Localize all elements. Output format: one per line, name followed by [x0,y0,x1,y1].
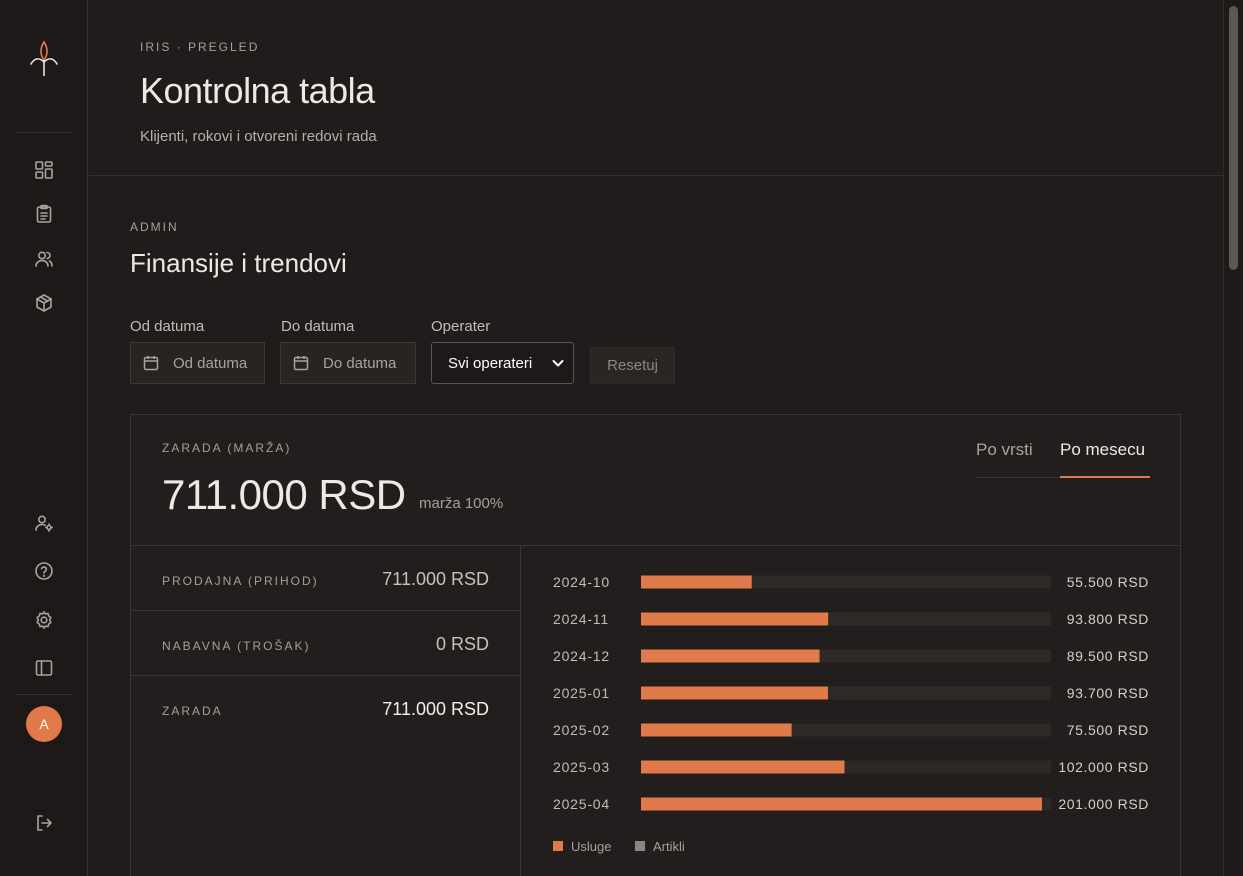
from-date-input[interactable]: Od datuma [130,342,265,384]
scrollbar-thumb[interactable] [1229,6,1238,270]
from-date-placeholder: Od datuma [173,354,248,372]
earnings-card: ZARADA (MARŽA) 711.000 RSD marža 100% Po… [130,414,1181,876]
from-date-label: Od datuma [130,318,205,335]
avatar[interactable]: A [26,706,62,742]
summary-label: NABAVNA (TROŠAK) [162,639,311,653]
help-circle-icon[interactable] [31,558,57,584]
operator-label: Operater [431,318,491,335]
bar-usluge [641,686,828,700]
section-title: Finansije i trendovi [130,248,347,278]
summary-panel: PRODAJNA (PRIHOD) 711.000 RSD NABAVNA (T… [131,546,521,876]
legend-label-artikli: Artikli [653,839,685,854]
bar-category-label: 2025-03 [553,759,610,775]
summary-row-cost: NABAVNA (TROŠAK) 0 RSD [131,611,520,676]
summary-value: 711.000 RSD [382,569,489,589]
earnings-card-header: ZARADA (MARŽA) 711.000 RSD marža 100% Po… [131,415,1180,546]
to-date-input[interactable]: Do datuma [280,342,416,384]
summary-label: PRODAJNA (PRIHOD) [162,574,319,588]
summary-row-revenue: PRODAJNA (PRIHOD) 711.000 RSD [131,546,520,611]
logout-icon[interactable] [31,810,57,836]
users-icon[interactable] [31,246,57,272]
gear-icon[interactable] [31,607,57,633]
user-settings-icon[interactable] [31,510,57,536]
tab-by-type[interactable]: Po vrsti [976,440,1033,478]
legend-swatch-usluge [553,841,563,851]
earnings-eyebrow: ZARADA (MARŽA) [162,441,292,455]
bar-usluge [641,797,1042,811]
to-date-placeholder: Do datuma [323,354,397,372]
summary-row-profit: ZARADA 711.000 RSD [131,676,520,741]
bar-usluge [641,723,792,737]
operator-select[interactable]: Svi operateri [431,342,574,384]
bar-category-label: 2025-01 [553,685,610,701]
bar-category-label: 2024-10 [553,574,610,590]
page-header: IRIS · PREGLED Kontrolna tabla Klijenti,… [89,0,1223,176]
tab-by-month[interactable]: Po mesecu [1060,440,1150,478]
bar-category-label: 2024-11 [553,611,609,627]
monthly-bar-chart: 2024-10 55.500 RSD 2024-11 93.800 RSD 2024-1… [522,546,1180,876]
iris-flower-logo[interactable] [29,40,59,78]
chevron-down-icon [552,360,564,367]
operator-select-value: Svi operateri [448,354,533,372]
sidebar: A [0,0,88,876]
sidebar-divider [16,132,72,133]
bar-usluge [641,649,820,663]
bar-usluge [641,612,829,626]
page-subtitle: Klijenti, rokovi i otvoreni redovi rada [140,128,377,145]
summary-value: 711.000 RSD [382,699,489,719]
section-eyebrow: ADMIN [130,220,179,234]
reset-button[interactable]: Resetuj [590,347,675,384]
calendar-icon [293,356,309,371]
calendar-icon [143,356,159,371]
chart-tabs: Po vrsti Po mesecu [976,440,1150,478]
sidebar-toggle-icon[interactable] [31,655,57,681]
bar-value-label: 201.000 RSD [1058,796,1149,812]
clipboard-list-icon[interactable] [31,201,57,227]
bar-usluge [641,760,845,774]
bar-category-label: 2025-02 [553,722,610,738]
earnings-amount: 711.000 RSD [162,471,406,518]
dashboard-icon[interactable] [31,157,57,183]
bar-value-label: 75.500 RSD [1067,722,1149,738]
legend-swatch-artikli [635,841,645,851]
bar-value-label: 93.800 RSD [1067,611,1149,627]
bar-value-label: 89.500 RSD [1067,648,1149,664]
bar-value-label: 102.000 RSD [1058,759,1149,775]
bar-category-label: 2024-12 [553,648,610,664]
legend-label-usluge: Usluge [571,839,611,854]
summary-label: ZARADA [162,704,223,718]
monthly-bar-chart-svg: 2024-10 55.500 RSD 2024-11 93.800 RSD 2024-1… [553,574,1149,854]
to-date-label: Do datuma [281,318,355,335]
page-title: Kontrolna tabla [140,70,375,111]
header-eyebrow: IRIS · PREGLED [140,40,260,54]
bar-usluge [641,575,752,589]
sidebar-divider [16,694,72,695]
page-scrollbar[interactable] [1223,0,1243,876]
bar-category-label: 2025-04 [553,796,610,812]
margin-note: marža 100% [419,495,504,512]
summary-value: 0 RSD [435,634,489,654]
bar-value-label: 55.500 RSD [1067,574,1149,590]
bar-value-label: 93.700 RSD [1067,685,1149,701]
package-icon[interactable] [31,290,57,316]
